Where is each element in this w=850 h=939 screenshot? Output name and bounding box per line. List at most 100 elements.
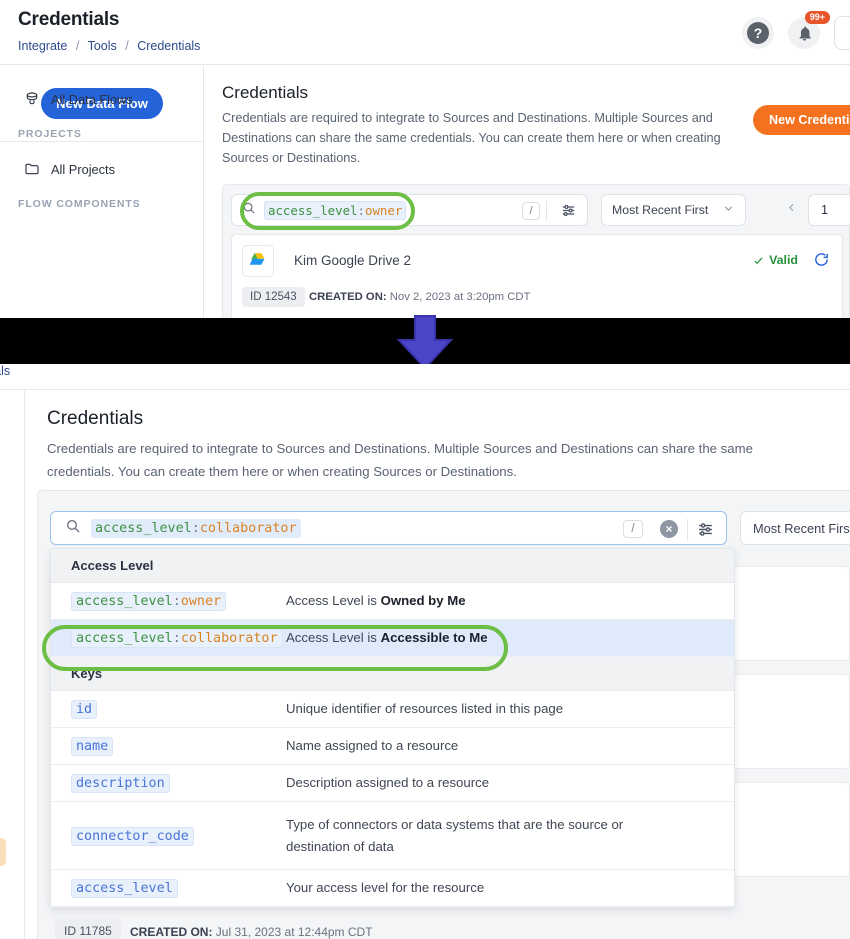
suggestion-item-id[interactable]: id Unique identifier of resources listed… (51, 691, 734, 728)
section-title: Credentials (222, 83, 308, 102)
search-token-value: owner (365, 202, 403, 218)
sort-select-value: Most Recent First (753, 520, 850, 536)
breadcrumb-item-tools[interactable]: Tools (88, 39, 117, 53)
credential-list-toolbar-area: access_level:collaborator / Most Recent … (37, 490, 850, 939)
clear-icon (666, 526, 672, 532)
suggestion-token-value: collaborator (180, 631, 278, 646)
filter-settings-button[interactable] (560, 202, 577, 224)
google-drive-icon (242, 245, 274, 277)
credential-name: Kim Google Drive 2 (294, 253, 412, 268)
chevron-down-icon (722, 202, 735, 218)
suggestion-key-token: description (71, 774, 170, 793)
created-on-label: CREATED ON: (309, 291, 387, 303)
section-title: Credentials (47, 408, 144, 429)
suggestion-token-value: owner (180, 594, 222, 609)
suggestion-token: access_level:collaborator (71, 629, 283, 648)
avatar[interactable] (834, 16, 850, 50)
section-description: Credentials are required to integrate to… (47, 441, 753, 479)
breadcrumb-item-integrate[interactable]: Integrate (18, 39, 67, 53)
search-token-key: access_level (95, 520, 192, 536)
notifications-button[interactable]: 99+ (788, 11, 830, 49)
toolbar-divider (546, 201, 547, 221)
suggestion-description: Access Level is Accessible to Me (286, 627, 488, 649)
suggestion-description: Description assigned to a resource (286, 775, 490, 790)
suggestion-token-colon: : (172, 594, 181, 609)
search-input[interactable]: access_level:owner / (231, 194, 588, 226)
new-credential-button[interactable]: New Credential (753, 105, 850, 135)
status-badge-label: Valid (769, 253, 798, 267)
breadcrumb-separator: / (125, 39, 129, 53)
search-input[interactable]: access_level:collaborator / (50, 511, 727, 545)
sort-select-value: Most Recent First (612, 203, 709, 217)
sort-select[interactable]: Most Recent First (740, 511, 850, 545)
data-flow-icon (24, 91, 40, 107)
refresh-icon (815, 253, 828, 266)
refresh-button[interactable] (813, 251, 830, 273)
suggestion-token-key: access_level (76, 594, 173, 609)
pagination-page-value: 1 (821, 203, 829, 217)
slash-shortcut-hint: / (522, 202, 540, 220)
sort-select[interactable]: Most Recent First (601, 194, 746, 226)
sidebar-item-label: All Projects (51, 161, 116, 177)
created-on-value: Jul 31, 2023 at 12:44pm CDT (215, 925, 373, 939)
suggestion-token-wrap: connector_code (71, 826, 286, 846)
breadcrumb-item-credentials: Credentials (137, 39, 201, 53)
credential-created-on: CREATED ON: Nov 2, 2023 at 3:20pm CDT (309, 291, 530, 303)
suggestion-token-wrap: access_level:collaborator (71, 629, 286, 648)
search-suggestions-dropdown: Access Level access_level:owner Access L… (50, 548, 735, 908)
top-main-content: Credentials Credentials are required to … (205, 66, 850, 318)
status-badge: Valid (753, 253, 798, 267)
top-bar-actions: ? 99+ (742, 11, 850, 50)
orange-side-tab[interactable] (0, 838, 6, 866)
suggestion-key-token: id (71, 700, 98, 719)
search-token-colon: : (191, 520, 200, 536)
suggestion-description: Type of connectors or data systems that … (286, 816, 624, 854)
suggestion-token-colon: : (172, 631, 181, 646)
suggestion-desc-bold: Accessible to Me (380, 630, 488, 645)
suggestion-item-description[interactable]: description Description assigned to a re… (51, 765, 734, 802)
clear-search-button[interactable] (660, 520, 678, 538)
folder-icon (24, 161, 40, 177)
sidebar-item-all-projects[interactable]: All Projects (24, 161, 115, 177)
suggestion-group-header: Access Level (51, 549, 734, 583)
suggestion-desc-prefix: Access Level is (286, 630, 381, 645)
page-title: Credentials (18, 9, 120, 30)
slash-shortcut-hint: / (623, 520, 643, 538)
screenshot-root: Credentials Integrate / Tools / Credenti… (0, 0, 850, 939)
search-token-value: collaborator (199, 520, 297, 536)
suggestion-token-wrap: access_level:owner (71, 592, 286, 611)
suggestion-item-connector-code[interactable]: connector_code Type of connectors or dat… (51, 802, 734, 870)
chevron-left-icon (789, 203, 794, 212)
sidebar-item-all-data-flows[interactable]: All Data Flows (24, 91, 133, 107)
breadcrumb-partial: entials (0, 364, 11, 378)
suggestion-token-wrap: name (71, 737, 286, 756)
credential-created-on: CREATED ON: Jul 31, 2023 at 12:44pm CDT (130, 925, 373, 939)
suggestion-item-access-level-collaborator[interactable]: access_level:collaborator Access Level i… (51, 620, 734, 657)
bell-icon (799, 26, 811, 41)
suggestion-item-access-level[interactable]: access_level Your access level for the r… (51, 870, 734, 907)
suggestion-token: access_level:owner (71, 592, 227, 611)
sliders-icon (699, 523, 712, 536)
created-on-label: CREATED ON: (130, 925, 213, 939)
help-button[interactable]: ? (742, 17, 774, 49)
suggestion-key-token: access_level (71, 879, 178, 898)
pagination-page-input[interactable]: 1 (808, 194, 850, 226)
credential-card[interactable]: Kim Google Drive 2 ID 12543 CREATED ON: … (231, 234, 843, 318)
sidebar-divider (0, 141, 204, 142)
suggestion-item-name[interactable]: name Name assigned to a resource (51, 728, 734, 765)
breadcrumb-separator: / (75, 39, 80, 53)
suggestion-token-wrap: access_level (71, 879, 286, 898)
notification-badge: 99+ (804, 11, 830, 24)
search-token: access_level:owner (264, 200, 407, 220)
suggestion-description: Access Level is Owned by Me (286, 590, 466, 612)
suggestion-description: Name assigned to a resource (286, 738, 459, 753)
search-token-key: access_level (268, 202, 358, 218)
filter-settings-button[interactable] (696, 520, 715, 544)
top-panel-screenshot: Credentials Integrate / Tools / Credenti… (0, 0, 850, 318)
search-icon (242, 201, 256, 220)
suggestion-item-access-level-owner[interactable]: access_level:owner Access Level is Owned… (51, 583, 734, 620)
search-icon (65, 518, 81, 539)
credential-list-toolbar-area: access_level:owner / Most Recent First 1… (222, 184, 850, 318)
pagination-prev-button[interactable] (785, 201, 798, 217)
suggestion-description: Your access level for the resource (286, 880, 485, 895)
